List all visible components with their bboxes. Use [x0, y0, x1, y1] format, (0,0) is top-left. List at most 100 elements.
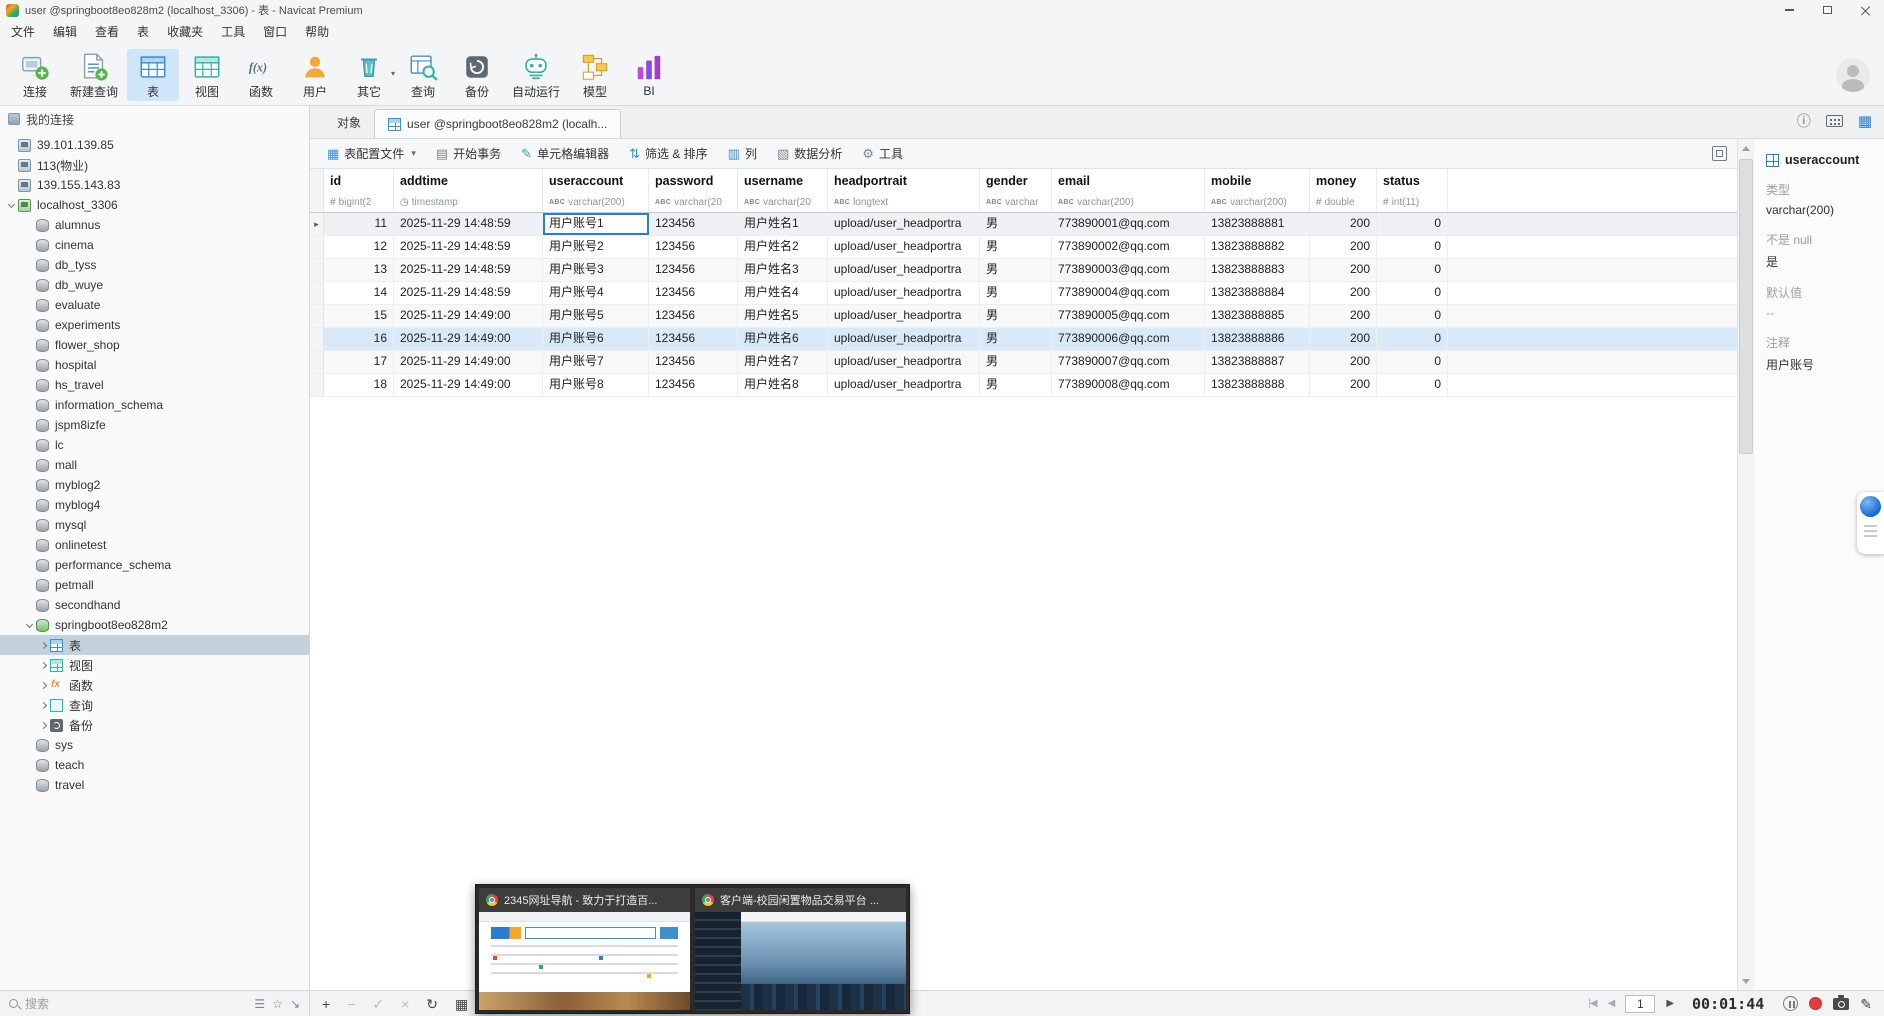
cell-username[interactable]: 用户姓名2 [738, 236, 828, 258]
cell-email[interactable]: 773890007@qq.com [1052, 351, 1205, 373]
tree-expander[interactable] [36, 723, 50, 728]
delete-record-icon[interactable]: − [347, 997, 355, 1011]
cell-username[interactable]: 用户姓名6 [738, 328, 828, 350]
tools-button[interactable]: ⚙工具 [853, 142, 912, 166]
table-row[interactable]: 122025-11-29 14:48:59用户账号2123456用户姓名2upl… [310, 236, 1737, 259]
cell-addtime[interactable]: 2025-11-29 14:48:59 [394, 282, 543, 304]
tree-item[interactable]: 39.101.139.85 [0, 135, 309, 155]
tree-item[interactable]: db_wuye [0, 275, 309, 295]
cell-username[interactable]: 用户姓名7 [738, 351, 828, 373]
cell-mobile[interactable]: 13823888887 [1205, 351, 1310, 373]
tree-item[interactable]: mysql [0, 515, 309, 535]
cell-status[interactable]: 0 [1377, 259, 1448, 281]
vertical-scrollbar[interactable] [1737, 139, 1754, 990]
cell-email[interactable]: 773890002@qq.com [1052, 236, 1205, 258]
cell-status[interactable]: 0 [1377, 282, 1448, 304]
table-row[interactable]: 182025-11-29 14:49:00用户账号8123456用户姓名8upl… [310, 374, 1737, 397]
cell-mobile[interactable]: 13823888885 [1205, 305, 1310, 327]
cell-status[interactable]: 0 [1377, 305, 1448, 327]
column-header-password[interactable]: passwordABCvarchar(20 [649, 169, 738, 212]
tree-item[interactable]: hospital [0, 355, 309, 375]
cell-gender[interactable]: 男 [980, 259, 1052, 281]
transaction-button[interactable]: ▤开始事务 [427, 142, 510, 166]
pause-icon[interactable] [1783, 996, 1798, 1011]
toolbar-automation-button[interactable]: 自动运行 [505, 49, 567, 101]
cell-headportrait[interactable]: upload/user_headportra [828, 374, 980, 396]
cell-id[interactable]: 17 [324, 351, 394, 373]
cell-id[interactable]: 15 [324, 305, 394, 327]
table-row[interactable]: 142025-11-29 14:48:59用户账号4123456用户姓名4upl… [310, 282, 1737, 305]
tree-expander[interactable] [36, 643, 50, 648]
tree-item[interactable]: alumnus [0, 215, 309, 235]
cell-money[interactable]: 200 [1310, 282, 1377, 304]
cell-email[interactable]: 773890004@qq.com [1052, 282, 1205, 304]
cell-id[interactable]: 12 [324, 236, 394, 258]
cell-headportrait[interactable]: upload/user_headportra [828, 236, 980, 258]
next-record-icon[interactable]: ▶ [1666, 998, 1673, 1009]
toolbar-bi-button[interactable]: BI [623, 49, 675, 101]
column-header-useraccount[interactable]: useraccountABCvarchar(200) [543, 169, 649, 212]
cell-email[interactable]: 773890006@qq.com [1052, 328, 1205, 350]
scrollbar-thumb[interactable] [1739, 159, 1753, 454]
tree-item[interactable]: db_tyss [0, 255, 309, 275]
cell-password[interactable]: 123456 [649, 328, 738, 350]
toolbar-model-button[interactable]: 模型 [569, 49, 621, 101]
cell-addtime[interactable]: 2025-11-29 14:49:00 [394, 374, 543, 396]
cell-addtime[interactable]: 2025-11-29 14:49:00 [394, 351, 543, 373]
tree-item[interactable]: evaluate [0, 295, 309, 315]
menu-item[interactable]: 查看 [86, 20, 128, 45]
table-row[interactable]: 152025-11-29 14:49:00用户账号5123456用户姓名5upl… [310, 305, 1737, 328]
screenshot-camera-icon[interactable] [1833, 998, 1849, 1010]
toolbar-function-button[interactable]: f(x)函数 [235, 49, 287, 101]
cell-gender[interactable]: 男 [980, 351, 1052, 373]
cell-useraccount[interactable]: 用户账号5 [543, 305, 649, 327]
column-header-id[interactable]: id#bigint(2 [324, 169, 394, 212]
cell-gender[interactable]: 男 [980, 282, 1052, 304]
toolbar-other-button[interactable]: 其它▾ [343, 49, 395, 101]
cell-status[interactable]: 0 [1377, 351, 1448, 373]
table-row[interactable]: ▸112025-11-29 14:48:59用户账号1123456用户姓名1up… [310, 213, 1737, 236]
cell-money[interactable]: 200 [1310, 236, 1377, 258]
cell-password[interactable]: 123456 [649, 213, 738, 235]
cell-money[interactable]: 200 [1310, 374, 1377, 396]
favorites-icon[interactable]: ☆ [272, 997, 283, 1011]
toolbar-user-button[interactable]: 用户 [289, 49, 341, 101]
cell-addtime[interactable]: 2025-11-29 14:49:00 [394, 305, 543, 327]
cell-useraccount[interactable]: 用户账号8 [543, 374, 649, 396]
cell-username[interactable]: 用户姓名3 [738, 259, 828, 281]
cell-useraccount[interactable]: 用户账号2 [543, 236, 649, 258]
cell-mobile[interactable]: 13823888884 [1205, 282, 1310, 304]
row-marker[interactable] [310, 282, 324, 304]
filter-sort-button[interactable]: ⇅筛选 & 排序 [620, 142, 717, 166]
cell-useraccount[interactable]: 用户账号1 [543, 213, 649, 235]
scroll-down-icon[interactable] [1738, 973, 1754, 989]
tree-item[interactable]: hs_travel [0, 375, 309, 395]
tree-item[interactable]: performance_schema [0, 555, 309, 575]
tree-item[interactable]: cinema [0, 235, 309, 255]
cell-money[interactable]: 200 [1310, 328, 1377, 350]
toolbar-table-button[interactable]: 表 [127, 49, 179, 101]
tree-item[interactable]: sys [0, 735, 309, 755]
cell-money[interactable]: 200 [1310, 351, 1377, 373]
menu-item[interactable]: 编辑 [44, 20, 86, 45]
cell-status[interactable]: 0 [1377, 236, 1448, 258]
menu-item[interactable]: 帮助 [296, 20, 338, 45]
cell-gender[interactable]: 男 [980, 305, 1052, 327]
cell-password[interactable]: 123456 [649, 305, 738, 327]
cell-useraccount[interactable]: 用户账号6 [543, 328, 649, 350]
tab-objects[interactable]: 对象 [324, 106, 374, 138]
row-marker[interactable] [310, 305, 324, 327]
cell-editor-button[interactable]: ✎单元格编辑器 [512, 142, 618, 166]
cell-mobile[interactable]: 13823888881 [1205, 213, 1310, 235]
cell-password[interactable]: 123456 [649, 351, 738, 373]
cell-gender[interactable]: 男 [980, 236, 1052, 258]
cell-password[interactable]: 123456 [649, 236, 738, 258]
table-row[interactable]: 132025-11-29 14:48:59用户账号3123456用户姓名3upl… [310, 259, 1737, 282]
columns-button[interactable]: ▥列 [719, 142, 766, 166]
grid-view-icon[interactable]: ▦ [1858, 112, 1872, 130]
cell-useraccount[interactable]: 用户账号4 [543, 282, 649, 304]
column-header-status[interactable]: status#int(11) [1377, 169, 1448, 212]
grid-view-toggle-icon[interactable]: ▦ [455, 997, 468, 1011]
cell-useraccount[interactable]: 用户账号3 [543, 259, 649, 281]
column-header-gender[interactable]: genderABCvarchar [980, 169, 1052, 212]
